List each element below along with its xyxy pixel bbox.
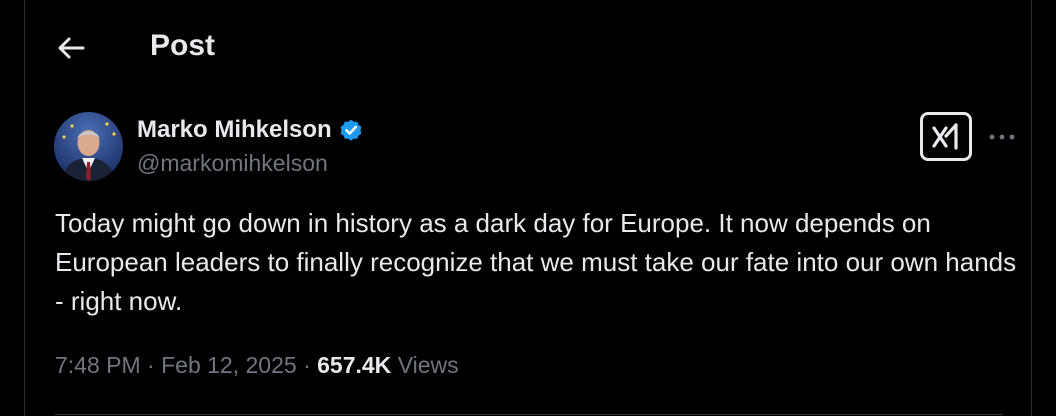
back-button[interactable] bbox=[53, 30, 89, 66]
post-text: Today might go down in history as a dark… bbox=[55, 208, 1017, 316]
verified-badge-icon bbox=[338, 117, 364, 143]
page-header: Post bbox=[25, 0, 1031, 94]
avatar[interactable] bbox=[54, 112, 123, 181]
author-avatar-image bbox=[54, 112, 123, 181]
more-horizontal-icon bbox=[989, 134, 1015, 140]
post-date[interactable]: Feb 12, 2025 bbox=[161, 352, 297, 378]
author-handle[interactable]: @markomihkelson bbox=[137, 150, 328, 177]
arrow-left-icon bbox=[58, 37, 85, 59]
views-label: Views bbox=[397, 352, 459, 378]
grok-button[interactable] bbox=[920, 112, 972, 161]
post-metadata: 7:48 PM · Feb 12, 2025 · 657.4K Views bbox=[55, 352, 459, 379]
author-name-row: Marko Mihkelson bbox=[137, 115, 364, 145]
views-count: 657.4K bbox=[317, 352, 392, 378]
post-time[interactable]: 7:48 PM bbox=[55, 352, 141, 378]
meta-separator: · bbox=[147, 352, 155, 378]
meta-separator: · bbox=[303, 352, 311, 378]
author-display-name[interactable]: Marko Mihkelson bbox=[137, 116, 332, 144]
divider bbox=[55, 414, 1003, 415]
more-options-button[interactable] bbox=[985, 120, 1019, 154]
page-title: Post bbox=[150, 29, 216, 62]
post-detail-page: Post Marko Mihkelson @markomihkelson Tod… bbox=[24, 0, 1032, 416]
grok-icon bbox=[932, 122, 958, 150]
